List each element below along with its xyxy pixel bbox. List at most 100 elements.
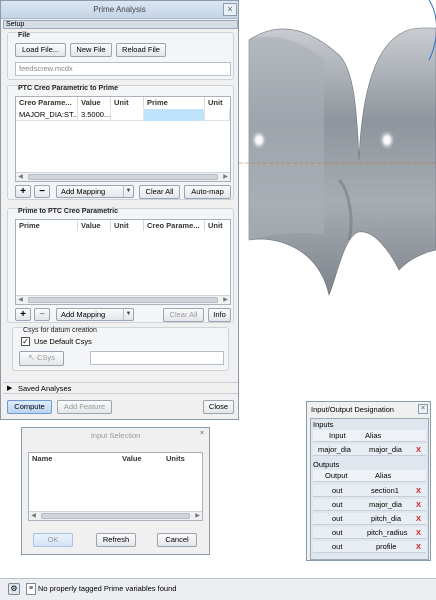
scroll-thumb[interactable]	[41, 513, 190, 519]
io-designation-panel: Input/Output Designation × Inputs Input …	[306, 401, 431, 561]
add-mapping-label: Add Mapping	[61, 310, 106, 319]
horizontal-scrollbar[interactable]: ◀ ▶	[29, 511, 202, 520]
outputs-label: Outputs	[313, 460, 340, 469]
remove-icon[interactable]: X	[416, 486, 421, 495]
use-default-csys-checkbox[interactable]: ✓	[21, 337, 30, 346]
column-header[interactable]: Creo Parame...	[16, 97, 78, 108]
scroll-right-icon[interactable]: ▶	[193, 512, 202, 520]
horizontal-scrollbar[interactable]: ◀ ▶	[16, 295, 230, 304]
prime-to-creo-table[interactable]: Prime Value Unit Creo Parame... Unit ◀ ▶	[15, 219, 231, 305]
use-default-csys-label: Use Default Csys	[34, 337, 92, 346]
setup-tab[interactable]: Setup	[3, 20, 238, 29]
creo-to-prime-label: PTC Creo Parametric to Prime	[18, 85, 118, 92]
close-button[interactable]: Close	[203, 400, 234, 414]
io-title: Input/Output Designation	[311, 405, 394, 414]
clear-all-button[interactable]: Clear All	[139, 185, 180, 199]
column-header[interactable]: Prime	[16, 220, 78, 231]
csys-group: Csys for datum creation ✓ Use Default Cs…	[12, 327, 229, 371]
scroll-thumb[interactable]	[28, 174, 218, 180]
output-row[interactable]: out pitch_radius X	[313, 527, 426, 539]
row-prime-cell[interactable]	[144, 109, 205, 121]
add-row-button[interactable]: +	[15, 185, 31, 198]
close-icon[interactable]: ×	[418, 404, 428, 414]
input-alias[interactable]: major_dia	[369, 445, 402, 454]
output-row[interactable]: out pitch_dia X	[313, 513, 426, 525]
load-file-button[interactable]: Load File...	[15, 43, 66, 57]
dialog-titlebar[interactable]: Prime Analysis ×	[1, 1, 238, 19]
close-icon[interactable]: ×	[197, 430, 207, 440]
remove-icon[interactable]: X	[416, 445, 421, 454]
refresh-button[interactable]: Refresh	[96, 533, 136, 547]
status-icon-1[interactable]: ⚙	[8, 583, 20, 595]
dialog-title: Prime Analysis	[93, 5, 146, 14]
expand-arrow-icon: ▶	[7, 385, 13, 392]
table-row[interactable]: MAJOR_DIA:ST... 3.5000...	[16, 109, 230, 121]
input-selection-table[interactable]: Name Value Units ◀ ▶	[28, 452, 203, 521]
output-name: out	[332, 500, 343, 509]
output-alias[interactable]: pitch_dia	[371, 514, 401, 523]
input-name: major_dia	[318, 445, 351, 454]
saved-analyses-label: Saved Analyses	[18, 384, 72, 393]
ok-button[interactable]: OK	[33, 533, 73, 547]
status-message: No properly tagged Prime variables found	[38, 584, 177, 593]
creo-to-prime-table[interactable]: Creo Parame... Value Unit Prime Unit MAJ…	[15, 96, 231, 182]
column-header[interactable]: Name	[29, 453, 119, 464]
output-alias[interactable]: pitch_radius	[367, 528, 411, 537]
model-viewport[interactable]	[239, 0, 436, 390]
output-name: out	[332, 486, 343, 495]
reload-file-button[interactable]: Reload File	[116, 43, 166, 57]
scroll-thumb[interactable]	[28, 297, 218, 303]
remove-row-button[interactable]: −	[34, 308, 50, 321]
horizontal-scrollbar[interactable]: ◀ ▶	[16, 172, 230, 181]
remove-icon[interactable]: X	[416, 528, 421, 537]
scroll-right-icon[interactable]: ▶	[221, 173, 230, 181]
new-file-button[interactable]: New File	[70, 43, 112, 57]
row-value: 3.5000...	[78, 109, 111, 121]
column-header[interactable]: Units	[163, 453, 203, 464]
remove-icon[interactable]: X	[416, 500, 421, 509]
output-row[interactable]: out profile X	[313, 541, 426, 553]
csys-field[interactable]	[90, 351, 224, 365]
remove-row-button[interactable]: −	[34, 185, 50, 198]
column-header[interactable]: Value	[78, 97, 111, 108]
column-header[interactable]: Creo Parame...	[144, 220, 205, 231]
scroll-left-icon[interactable]: ◀	[29, 512, 38, 520]
clear-all-button[interactable]: Clear All	[163, 308, 204, 322]
column-header[interactable]: Unit	[111, 97, 144, 108]
cancel-button[interactable]: Cancel	[157, 533, 197, 547]
column-header[interactable]: Unit	[111, 220, 144, 231]
saved-analyses-bar[interactable]: ▶ Saved Analyses	[3, 382, 238, 394]
info-button[interactable]: Info	[208, 308, 231, 322]
remove-icon[interactable]: X	[416, 542, 421, 551]
input-row[interactable]: major_dia major_dia X	[313, 444, 426, 456]
output-name: out	[332, 542, 343, 551]
column-header[interactable]: Value	[119, 453, 163, 464]
input-column-header: Input	[329, 431, 346, 440]
output-alias[interactable]: major_dia	[369, 500, 402, 509]
auto-map-button[interactable]: Auto-map	[184, 185, 231, 199]
csys-button[interactable]: ↖ CSys	[19, 351, 64, 366]
column-header[interactable]: Unit	[205, 220, 231, 231]
output-row[interactable]: out section1 X	[313, 485, 426, 497]
chevron-down-icon: ▼	[123, 186, 133, 197]
add-mapping-dropdown[interactable]: Add Mapping ▼	[56, 308, 134, 321]
output-alias[interactable]: profile	[376, 542, 396, 551]
add-row-button[interactable]: +	[15, 308, 31, 321]
file-name-field[interactable]: feedscrew.mcdx	[15, 62, 231, 76]
column-header[interactable]: Prime	[144, 97, 205, 108]
close-icon[interactable]: ×	[223, 3, 237, 16]
output-alias[interactable]: section1	[371, 486, 399, 495]
message-icon[interactable]: ≡	[26, 583, 36, 595]
scroll-left-icon[interactable]: ◀	[16, 296, 25, 304]
output-row[interactable]: out major_dia X	[313, 499, 426, 511]
column-header[interactable]: Value	[78, 220, 111, 231]
compute-button[interactable]: Compute	[7, 400, 52, 414]
add-mapping-dropdown[interactable]: Add Mapping ▼	[56, 185, 134, 198]
scroll-right-icon[interactable]: ▶	[221, 296, 230, 304]
output-name: out	[332, 514, 343, 523]
column-header[interactable]: Unit	[205, 97, 231, 108]
remove-icon[interactable]: X	[416, 514, 421, 523]
scroll-left-icon[interactable]: ◀	[16, 173, 25, 181]
add-feature-button[interactable]: Add Feature	[57, 400, 112, 414]
csys-button-label: CSys	[36, 353, 55, 362]
